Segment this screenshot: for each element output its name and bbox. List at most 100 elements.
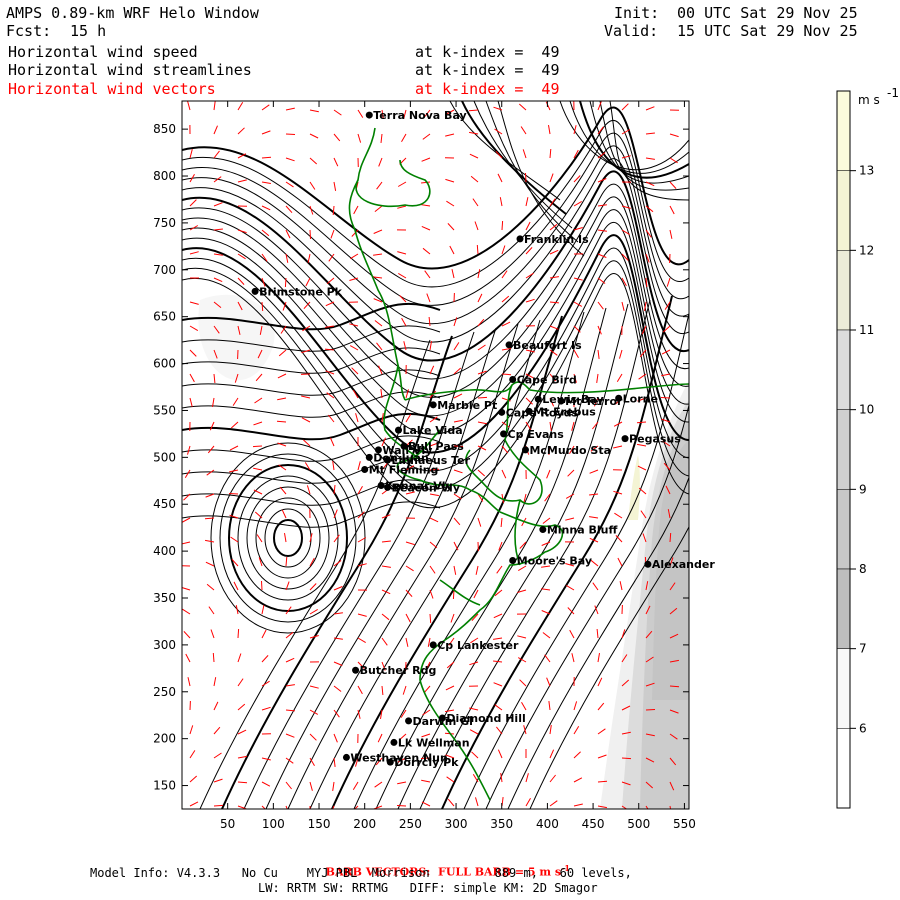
station-label: Marble Pt bbox=[437, 399, 497, 412]
wind-barb bbox=[501, 220, 504, 231]
wind-barb bbox=[276, 420, 287, 423]
station-marker bbox=[352, 666, 360, 674]
station-marker bbox=[509, 556, 517, 564]
wind-barb bbox=[525, 172, 527, 183]
colorbar-swatch bbox=[836, 489, 851, 570]
wind-barb bbox=[237, 781, 248, 784]
station-marker bbox=[342, 753, 350, 761]
wind-barb bbox=[452, 589, 455, 600]
station-label: Dorrcly Pk bbox=[394, 756, 459, 769]
y-tick-label: 200 bbox=[153, 732, 176, 746]
x-tick-label: 50 bbox=[220, 817, 235, 831]
wind-barb bbox=[212, 652, 215, 663]
colorbar-label: 13 bbox=[859, 164, 874, 178]
wind-barb bbox=[660, 397, 671, 399]
station-label: Cp Lankester bbox=[437, 639, 519, 652]
station-marker bbox=[500, 430, 508, 438]
x-tick-label: 250 bbox=[399, 817, 422, 831]
x-tick-label: 150 bbox=[308, 817, 331, 831]
colorbar-swatch bbox=[836, 409, 851, 490]
colorbar-swatch bbox=[836, 170, 851, 251]
wind-barb bbox=[237, 628, 240, 639]
wind-map: 50 100 150 200 250 300 350 400 450 500 55085080075… bbox=[153, 86, 899, 831]
y-tick-label: 300 bbox=[153, 638, 176, 652]
x-tick-label: 300 bbox=[445, 817, 468, 831]
colorbar-label: 11 bbox=[859, 323, 874, 337]
colorbar-label: 12 bbox=[859, 243, 874, 257]
station-marker bbox=[377, 481, 385, 489]
station-marker bbox=[405, 717, 413, 725]
station-marker bbox=[251, 287, 259, 295]
station-label: Cp Evans bbox=[508, 428, 565, 441]
y-tick-label: 500 bbox=[153, 450, 176, 464]
station-label: Franklin Is bbox=[524, 233, 589, 246]
station-label: Minna Bluff bbox=[547, 524, 618, 537]
station-label: Pegasus bbox=[629, 433, 681, 446]
station-label: Terra Nova Bay bbox=[373, 109, 466, 122]
wind-barb bbox=[285, 133, 296, 135]
colorbar-swatch bbox=[836, 648, 851, 729]
station-marker bbox=[505, 341, 513, 349]
y-tick-label: 250 bbox=[153, 685, 176, 699]
station-marker bbox=[621, 435, 629, 443]
station-marker bbox=[400, 442, 408, 450]
colorbar-swatch bbox=[836, 728, 851, 809]
colorbar-units: m s bbox=[858, 93, 880, 107]
station-marker bbox=[516, 235, 524, 243]
station-label: Alexander bbox=[652, 558, 715, 571]
wind-barb bbox=[501, 373, 512, 376]
wind-barb bbox=[261, 580, 263, 591]
station-marker bbox=[539, 526, 547, 534]
station-marker bbox=[498, 408, 506, 416]
station-label: Beacon Vly bbox=[392, 481, 460, 494]
station-marker bbox=[429, 401, 437, 409]
wind-barb bbox=[669, 532, 672, 543]
station-label: Butcher Rdg bbox=[360, 664, 437, 677]
colorbar-label: 9 bbox=[859, 482, 867, 496]
station-marker bbox=[557, 397, 565, 405]
y-tick-label: 650 bbox=[153, 310, 176, 324]
station-marker bbox=[525, 407, 533, 415]
wind-barb bbox=[213, 804, 224, 807]
colorbar-swatch bbox=[836, 329, 851, 410]
station-label: Mt Fleming bbox=[369, 464, 439, 477]
model-info-line-2: LW: RRTM SW: RRTMG DIFF: simple KM: 2D S… bbox=[258, 881, 598, 895]
station-label: Beaufort Is bbox=[513, 339, 582, 352]
x-tick-label: 100 bbox=[262, 817, 285, 831]
x-tick-label: 450 bbox=[582, 817, 605, 831]
station-marker bbox=[429, 641, 437, 649]
x-tick-label: 500 bbox=[627, 817, 650, 831]
station-marker bbox=[395, 426, 403, 434]
wind-barb bbox=[396, 805, 407, 807]
wind-barb bbox=[621, 757, 632, 760]
wind-barb bbox=[252, 445, 263, 448]
y-tick-label: 750 bbox=[153, 216, 176, 230]
colorbar-swatch bbox=[836, 568, 851, 649]
wind-barb bbox=[228, 493, 239, 495]
station-marker bbox=[384, 483, 392, 491]
station-label: Lake Vida bbox=[403, 424, 463, 437]
station-label: Mt Terror bbox=[565, 395, 623, 408]
station-marker bbox=[644, 560, 652, 568]
wind-barb bbox=[261, 301, 264, 312]
colorbar-label: 8 bbox=[859, 562, 867, 576]
station-marker bbox=[438, 714, 446, 722]
station-label: Lk Wellman bbox=[398, 736, 470, 749]
x-tick-label: 350 bbox=[490, 817, 513, 831]
station-label: Moore's Bay bbox=[517, 554, 592, 567]
wind-barb bbox=[645, 709, 656, 711]
station-label: Cape Bird bbox=[517, 374, 577, 387]
y-tick-label: 800 bbox=[153, 169, 176, 183]
station-marker bbox=[615, 394, 623, 402]
y-tick-label: 400 bbox=[153, 544, 176, 558]
station-label: McMurdo Sta bbox=[529, 444, 611, 457]
station-label: Brimstone Pk bbox=[259, 285, 343, 298]
colorbar-label: 10 bbox=[859, 403, 874, 417]
wind-barb bbox=[429, 613, 432, 624]
y-tick-label: 150 bbox=[153, 779, 176, 793]
y-tick-label: 700 bbox=[153, 263, 176, 277]
station-marker bbox=[534, 395, 542, 403]
station-marker bbox=[521, 446, 529, 454]
x-tick-label: 550 bbox=[673, 817, 696, 831]
y-tick-label: 350 bbox=[153, 591, 176, 605]
